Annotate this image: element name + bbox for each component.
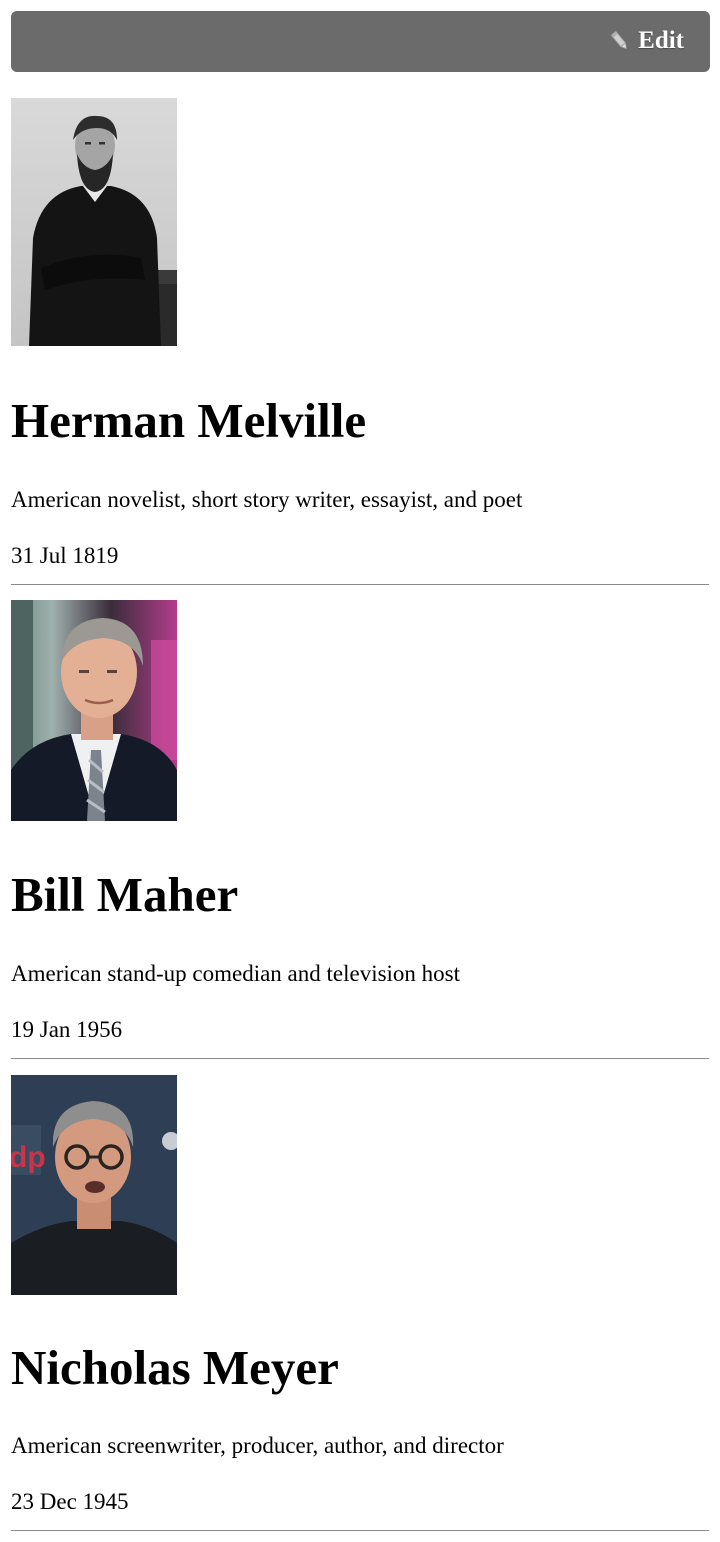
person-name: Nicholas Meyer [11, 1340, 339, 1395]
pencil-icon [610, 30, 630, 52]
person-birth-date: 23 Dec 1945 [11, 1489, 129, 1514]
person-entry: Herman Melville American novelist, short… [11, 98, 710, 588]
person-name: Bill Maher [11, 867, 239, 922]
divider [11, 1530, 709, 1531]
portrait-photo [11, 600, 177, 821]
person-description: American novelist, short story writer, e… [11, 487, 523, 512]
person-description: American stand-up comedian and televisio… [11, 961, 461, 986]
svg-text:dp: dp [11, 1141, 46, 1174]
toolbar: Edit [11, 11, 710, 72]
person-name: Herman Melville [11, 393, 367, 448]
person-birth-date: 19 Jan 1956 [11, 1017, 123, 1042]
person-description: American screenwriter, producer, author,… [11, 1433, 504, 1458]
edit-button-label: Edit [638, 27, 684, 54]
divider [11, 1058, 709, 1059]
divider [11, 584, 709, 585]
edit-button[interactable]: Edit [610, 25, 684, 57]
person-entry: dp Nicholas Meyer American screenwriter,… [11, 1075, 710, 1535]
portrait-photo [11, 98, 177, 346]
person-entry: Bill Maher American stand-up comedian an… [11, 600, 710, 1062]
person-birth-date: 31 Jul 1819 [11, 543, 119, 568]
portrait-photo: dp [11, 1075, 177, 1295]
